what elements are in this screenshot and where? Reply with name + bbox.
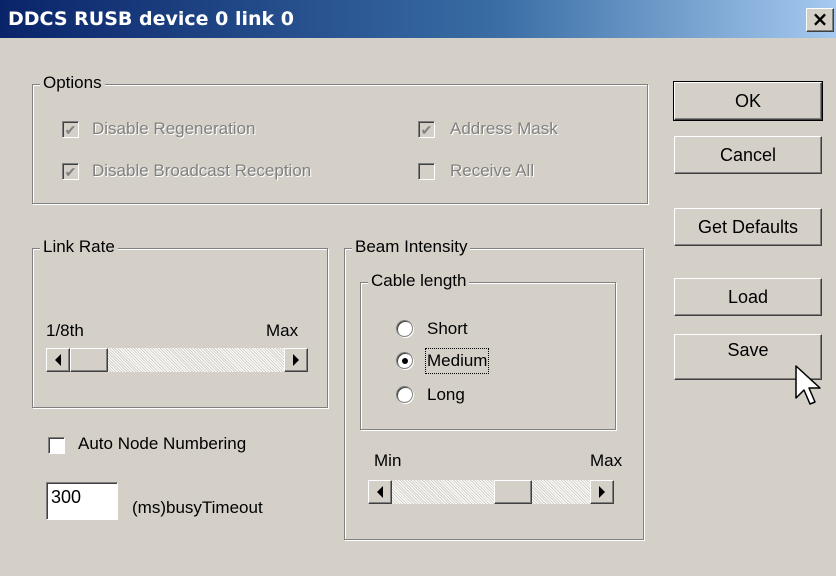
beam-max-label: Max: [590, 451, 623, 470]
get-defaults-button[interactable]: Get Defaults: [674, 208, 822, 246]
options-legend: Options: [40, 73, 105, 93]
beam-min-label: Min: [374, 451, 402, 470]
beam-left-button[interactable]: [368, 480, 392, 504]
arrow-right-icon: [293, 354, 299, 366]
beam-right-button[interactable]: [590, 480, 614, 504]
disable-broadcast-label: Disable Broadcast Reception: [92, 161, 312, 180]
arrow-left-icon: [377, 486, 383, 498]
link-rate-right-button[interactable]: [284, 348, 308, 372]
cable-long-label: Long: [427, 385, 465, 404]
address-mask-label: Address Mask: [450, 119, 558, 138]
arrow-left-icon: [55, 354, 61, 366]
link-rate-legend: Link Rate: [40, 237, 118, 257]
checkmark-icon: ✔: [64, 121, 77, 138]
cable-short-radio[interactable]: [396, 320, 413, 337]
cable-medium-label: Medium: [424, 348, 490, 374]
auto-node-checkbox[interactable]: [48, 437, 65, 454]
beam-thumb[interactable]: [494, 480, 532, 504]
mouse-cursor-icon: [795, 365, 821, 405]
arrow-right-icon: [599, 486, 605, 498]
link-rate-max-label: Max: [266, 321, 299, 340]
link-rate-thumb[interactable]: [70, 348, 108, 372]
load-button[interactable]: Load: [674, 278, 822, 316]
cable-short-label: Short: [427, 319, 468, 338]
cancel-button[interactable]: Cancel: [674, 136, 822, 174]
address-mask-checkbox[interactable]: ✔: [418, 121, 435, 138]
checkmark-icon: ✔: [420, 121, 433, 138]
beam-intensity-slider[interactable]: [368, 480, 614, 504]
checkmark-icon: ✔: [64, 163, 77, 180]
window-title: DDCS RUSB device 0 link 0: [8, 8, 294, 30]
link-rate-left-button[interactable]: [46, 348, 70, 372]
disable-broadcast-checkbox[interactable]: ✔: [62, 163, 79, 180]
radio-selected-dot: [401, 357, 408, 364]
disable-regeneration-label: Disable Regeneration: [92, 119, 256, 138]
cable-medium-radio[interactable]: [396, 352, 413, 369]
close-icon: ×: [811, 7, 829, 31]
busy-timeout-input[interactable]: 300: [46, 482, 118, 520]
receive-all-checkbox[interactable]: [418, 163, 435, 180]
ok-button[interactable]: OK: [673, 81, 823, 121]
beam-intensity-legend: Beam Intensity: [352, 237, 471, 257]
cable-long-radio[interactable]: [396, 386, 413, 403]
auto-node-label: Auto Node Numbering: [78, 434, 247, 453]
receive-all-label: Receive All: [450, 161, 535, 180]
close-button[interactable]: ×: [806, 8, 834, 32]
busy-timeout-label: (ms)busyTimeout: [132, 498, 263, 517]
cable-length-legend: Cable length: [368, 271, 470, 291]
disable-regeneration-checkbox[interactable]: ✔: [62, 121, 79, 138]
link-rate-min-label: 1/8th: [46, 321, 84, 340]
options-group: [32, 84, 648, 204]
